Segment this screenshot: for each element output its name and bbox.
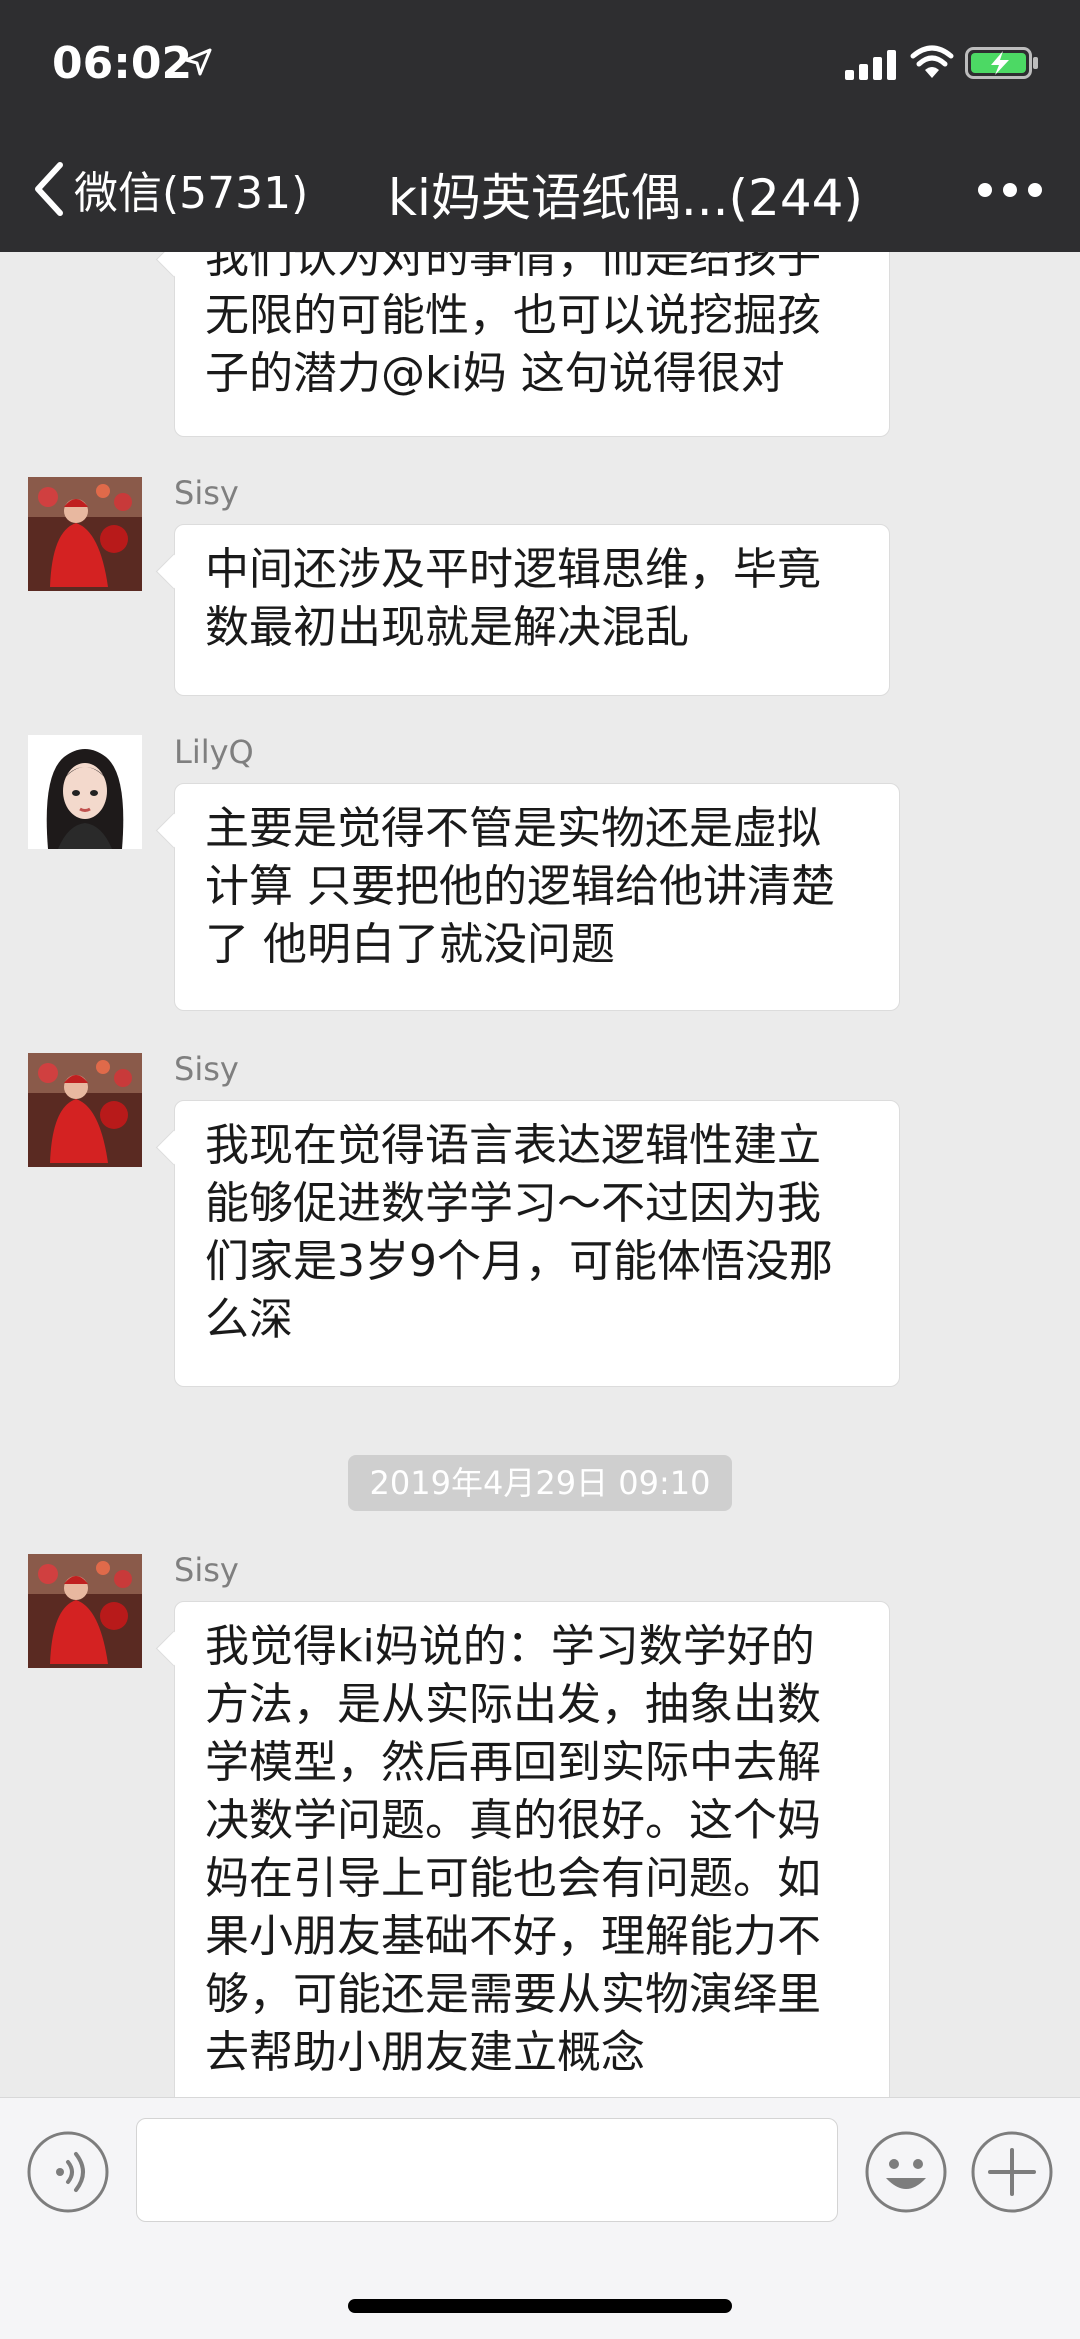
message-line: 妈在引导上可能也会有问题。如 — [205, 1853, 821, 1904]
message-line: 能够促进数学学习～不过因为我 — [205, 1178, 821, 1229]
message-line: 够，可能还是需要从实物演绎里 — [205, 1969, 821, 2020]
message-line: 了 他明白了就没问题 — [205, 919, 615, 970]
avatar-sisy[interactable] — [28, 1554, 142, 1668]
more-options-button[interactable] — [975, 170, 1045, 210]
message-line: 么深 — [205, 1294, 293, 1345]
wifi-icon — [910, 45, 954, 78]
message-bubble[interactable]: 我们认为对的事情，而是给孩子 无限的可能性，也可以说挖掘孩 子的潜力@ki妈 这… — [174, 252, 890, 437]
chat-message-list[interactable]: 我们认为对的事情，而是给孩子 无限的可能性，也可以说挖掘孩 子的潜力@ki妈 这… — [0, 252, 1080, 2097]
navigation-bar: 微信(5731) ki妈英语纸偶...(244) — [0, 140, 1080, 240]
status-bar: 06:02 — [0, 0, 1080, 130]
emoji-button[interactable] — [864, 2130, 948, 2214]
chat-header: 06:02 微信(5731) ki妈英语纸偶...(244) — [0, 0, 1080, 252]
home-indicator — [348, 2299, 732, 2313]
sender-name: Sisy — [174, 1551, 239, 1589]
avatar-sisy[interactable] — [28, 477, 142, 591]
chevron-left-icon — [35, 162, 63, 216]
message-line: 我们认为对的事情，而是给孩子 — [205, 252, 821, 283]
avatar-sisy[interactable] — [28, 1053, 142, 1167]
message-line: 学模型，然后再回到实际中去解 — [205, 1737, 821, 1788]
avatar-image — [28, 1554, 142, 1668]
battery-charging-icon — [965, 47, 1038, 79]
message-line: 数最初出现就是解决混乱 — [205, 602, 689, 653]
message-bubble[interactable]: 我现在觉得语言表达逻辑性建立 能够促进数学学习～不过因为我 们家是3岁9个月，可… — [174, 1100, 900, 1387]
timestamp-divider: 2019年4月29日 09:10 — [348, 1455, 732, 1511]
back-label: 微信(5731) — [74, 168, 309, 219]
avatar-lilyq[interactable] — [28, 735, 142, 849]
sender-name: Sisy — [174, 1050, 239, 1088]
message-bubble[interactable]: 我觉得ki妈说的：学习数学好的 方法，是从实际出发，抽象出数 学模型，然后再回到… — [174, 1601, 890, 2097]
message-line: 主要是觉得不管是实物还是虚拟 — [205, 803, 821, 854]
sender-name: LilyQ — [174, 733, 254, 771]
message-bubble[interactable]: 中间还涉及平时逻辑思维，毕竟 数最初出现就是解决混乱 — [174, 524, 890, 696]
status-time: 06:02 — [52, 38, 193, 89]
avatar-image — [28, 735, 142, 849]
message-line: 决数学问题。真的很好。这个妈 — [205, 1795, 821, 1846]
chat-title: ki妈英语纸偶...(244) — [388, 169, 863, 227]
message-line: 计算 只要把他的逻辑给他讲清楚 — [205, 861, 835, 912]
message-line: 中间还涉及平时逻辑思维，毕竟 — [205, 544, 821, 595]
message-line: 我现在觉得语言表达逻辑性建立 — [205, 1120, 821, 1171]
message-input[interactable] — [136, 2118, 838, 2222]
message-input-bar — [0, 2097, 1080, 2339]
more-functions-plus-button[interactable] — [970, 2130, 1054, 2214]
voice-input-button[interactable] — [26, 2130, 110, 2214]
message-line: 方法，是从实际出发，抽象出数 — [205, 1679, 821, 1730]
back-button[interactable]: 微信(5731) — [26, 154, 308, 224]
message-bubble[interactable]: 主要是觉得不管是实物还是虚拟 计算 只要把他的逻辑给他讲清楚 了 他明白了就没问… — [174, 783, 900, 1011]
cellular-signal-icon — [845, 50, 896, 80]
message-line: 无限的可能性，也可以说挖掘孩 — [205, 290, 821, 341]
message-line: 子的潜力@ki妈 这句说得很对 — [205, 348, 785, 399]
message-line: 果小朋友基础不好，理解能力不 — [205, 1911, 821, 1962]
avatar-image — [28, 1053, 142, 1167]
message-line: 去帮助小朋友建立概念 — [205, 2027, 645, 2078]
location-arrow-icon — [184, 48, 212, 76]
message-line: 我觉得ki妈说的：学习数学好的 — [205, 1621, 815, 1672]
message-line: 们家是3岁9个月，可能体悟没那 — [205, 1236, 833, 1287]
sender-name: Sisy — [174, 474, 239, 512]
avatar-image — [28, 477, 142, 591]
